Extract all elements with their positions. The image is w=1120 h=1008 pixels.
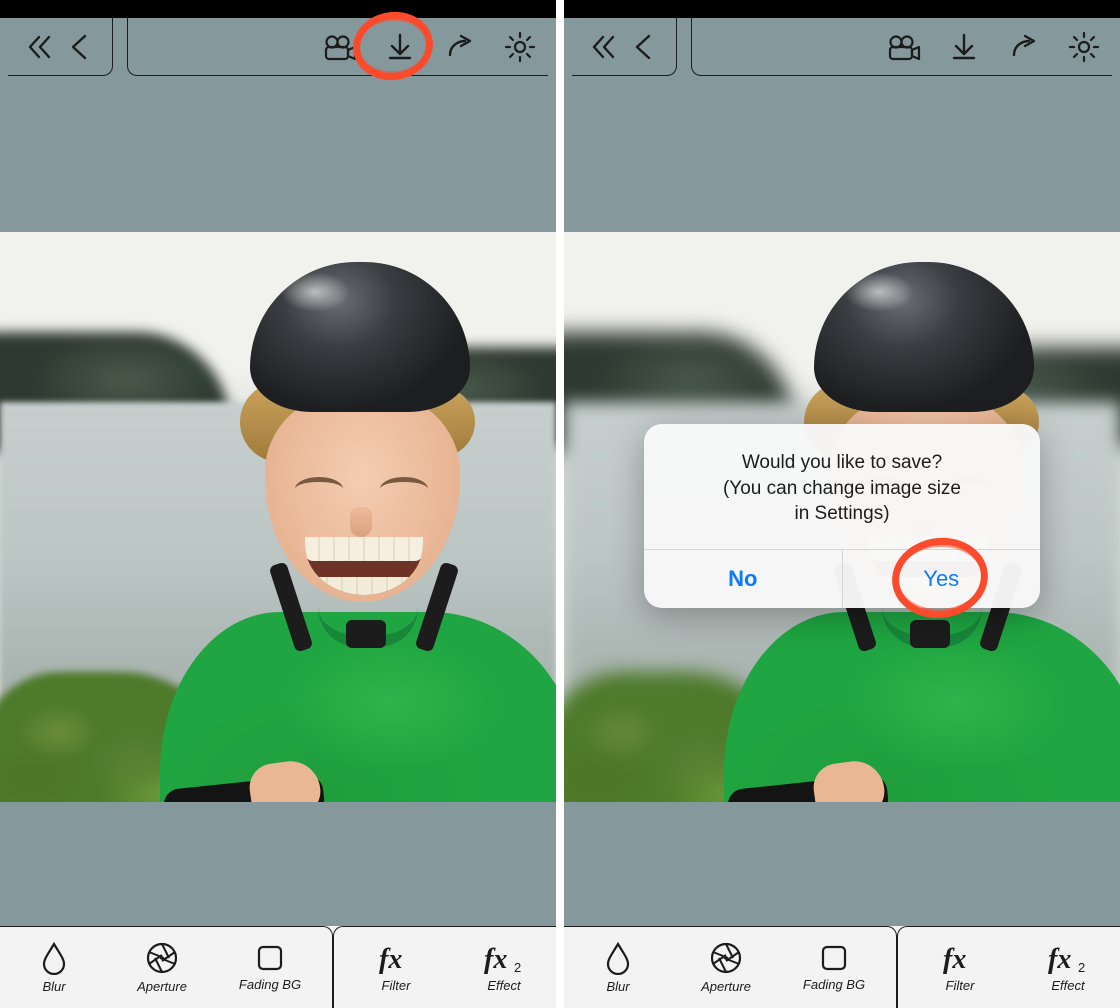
tool-blur[interactable]: Blur: [0, 927, 108, 1008]
svg-text:fx: fx: [943, 944, 966, 974]
tool-label: Fading BG: [803, 977, 865, 992]
download-button[interactable]: [382, 29, 418, 65]
download-icon: [949, 32, 979, 62]
tool-filter[interactable]: fx Filter: [342, 927, 450, 1008]
tool-label: Aperture: [701, 979, 751, 994]
back-button[interactable]: [626, 29, 662, 65]
tool-effect[interactable]: fx 2 Effect: [450, 927, 556, 1008]
tool-filter[interactable]: fx Filter: [906, 927, 1014, 1008]
dialog-buttons: No Yes: [644, 549, 1040, 608]
chevron-left-icon: [629, 32, 659, 62]
photo-subject: [170, 262, 556, 802]
gear-icon: [504, 31, 536, 63]
svg-text:fx: fx: [484, 944, 507, 974]
tool-label: Blur: [606, 979, 629, 994]
fx2-icon: fx 2: [1046, 942, 1090, 974]
status-bar: [0, 0, 556, 18]
tool-aperture[interactable]: Aperture: [108, 927, 216, 1008]
dialog-line: in Settings): [666, 501, 1018, 527]
dialog-no-button[interactable]: No: [644, 550, 842, 608]
aperture-icon: [709, 941, 743, 975]
fx-icon: fx: [941, 942, 979, 974]
back-all-button[interactable]: [22, 29, 58, 65]
chevrons-left-icon: [589, 32, 619, 62]
share-icon: [1009, 32, 1039, 62]
chevrons-left-icon: [25, 32, 55, 62]
tool-aperture[interactable]: Aperture: [672, 927, 780, 1008]
top-toolbar: [564, 18, 1120, 76]
nav-left-group: [572, 18, 677, 76]
nav-right-group: [691, 18, 1112, 76]
status-bar: [564, 0, 1120, 18]
dialog-message: Would you like to save? (You can change …: [644, 424, 1040, 549]
fx-icon: fx: [377, 942, 415, 974]
record-button[interactable]: [322, 29, 358, 65]
svg-text:fx: fx: [379, 944, 402, 974]
video-camera-icon: [323, 32, 357, 62]
dialog-yes-button[interactable]: Yes: [842, 550, 1041, 608]
back-button[interactable]: [62, 29, 98, 65]
square-icon: [819, 943, 849, 973]
tool-label: Filter: [946, 978, 975, 993]
bottom-toolbar: Blur Aperture Fading BG: [564, 926, 1120, 1008]
settings-button[interactable]: [502, 29, 538, 65]
tool-label: Blur: [42, 979, 65, 994]
tool-label: Fading BG: [239, 977, 301, 992]
aperture-icon: [145, 941, 179, 975]
tool-fading-bg[interactable]: Fading BG: [780, 927, 888, 1008]
tool-effect[interactable]: fx 2 Effect: [1014, 927, 1120, 1008]
screen-left: Blur Aperture Fading BG: [0, 0, 556, 1008]
tool-label: Effect: [1051, 978, 1084, 993]
top-toolbar: [0, 18, 556, 76]
download-icon: [385, 32, 415, 62]
tool-label: Aperture: [137, 979, 187, 994]
record-button[interactable]: [886, 29, 922, 65]
chevron-left-icon: [65, 32, 95, 62]
droplet-icon: [39, 941, 69, 975]
tool-fading-bg[interactable]: Fading BG: [216, 927, 324, 1008]
video-camera-icon: [887, 32, 921, 62]
save-dialog: Would you like to save? (You can change …: [644, 424, 1040, 608]
share-button[interactable]: [1006, 29, 1042, 65]
tool-label: Filter: [382, 978, 411, 993]
dialog-no-label: No: [728, 566, 757, 592]
svg-text:fx: fx: [1048, 944, 1071, 974]
screen-right: Would you like to save? (You can change …: [564, 0, 1120, 1008]
nav-left-group: [8, 18, 113, 76]
back-all-button[interactable]: [586, 29, 622, 65]
dialog-line: Would you like to save?: [666, 450, 1018, 476]
tool-label: Effect: [487, 978, 520, 993]
square-icon: [255, 943, 285, 973]
download-button[interactable]: [946, 29, 982, 65]
droplet-icon: [603, 941, 633, 975]
gear-icon: [1068, 31, 1100, 63]
share-icon: [445, 32, 475, 62]
dialog-yes-label: Yes: [923, 566, 959, 592]
tool-blur[interactable]: Blur: [564, 927, 672, 1008]
svg-text:2: 2: [1078, 960, 1085, 974]
fx2-icon: fx 2: [482, 942, 526, 974]
bottom-toolbar: Blur Aperture Fading BG: [0, 926, 556, 1008]
svg-text:2: 2: [514, 960, 521, 974]
share-button[interactable]: [442, 29, 478, 65]
settings-button[interactable]: [1066, 29, 1102, 65]
photo-canvas[interactable]: [0, 232, 556, 802]
dialog-line: (You can change image size: [666, 476, 1018, 502]
nav-right-group: [127, 18, 548, 76]
